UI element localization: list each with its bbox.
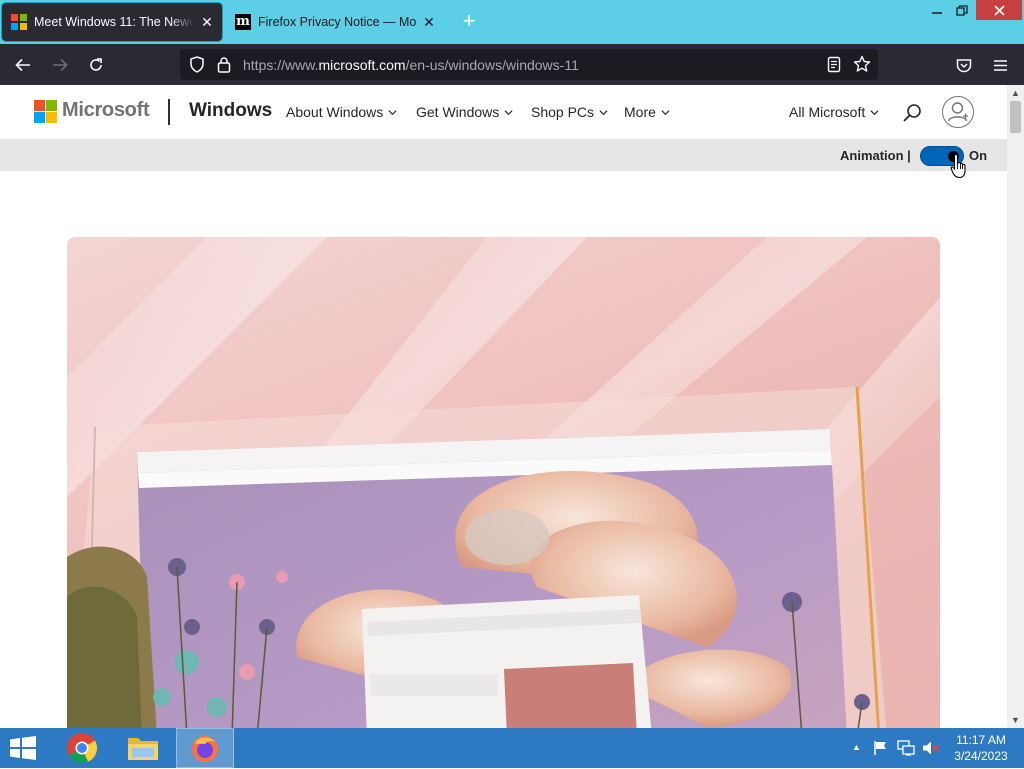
system-clock[interactable]: 11:17 AM 3/24/2023 [947,732,1015,764]
account-avatar-icon[interactable] [942,96,974,128]
animation-control-bar: Animation | On [0,139,1007,171]
menu-more[interactable]: More [624,104,670,120]
restore-window-icon[interactable] [947,0,977,20]
menu-about-windows[interactable]: About Windows [286,104,397,120]
scroll-down-arrow-icon[interactable]: ▼ [1010,715,1021,725]
browser-toolbar: https://www.microsoft.com/en-us/windows/… [0,44,1024,85]
microsoft-wordmark[interactable]: Microsoft [62,99,150,122]
tracking-protection-shield-icon[interactable] [189,56,205,78]
site-header: Microsoft Windows About Windows Get Wind… [0,85,1007,139]
hero-illustration [67,237,940,728]
address-bar[interactable]: https://www.microsoft.com/en-us/windows/… [180,49,878,80]
header-divider [168,99,170,125]
microsoft-logo-icon[interactable] [34,100,57,123]
page-scrollbar[interactable]: ▲ ▼ [1007,85,1024,728]
firefox-taskbar-button[interactable] [176,728,234,768]
back-arrow-icon[interactable] [8,50,38,80]
chevron-down-icon [388,109,397,115]
close-tab-icon[interactable]: ✕ [420,13,438,31]
scroll-up-arrow-icon[interactable]: ▲ [1010,88,1021,98]
hamburger-menu-icon[interactable] [985,50,1015,80]
reload-icon[interactable] [81,50,111,80]
network-icon[interactable] [897,740,915,761]
forward-arrow-icon[interactable] [45,50,75,80]
action-center-flag-icon[interactable] [873,740,889,761]
file-explorer-taskbar-icon[interactable] [124,732,162,764]
volume-muted-icon[interactable] [922,740,940,761]
tab-meet-windows-11[interactable]: Meet Windows 11: The Newest Windows OS ✕ [2,3,222,41]
scrollbar-thumb[interactable] [1010,101,1021,133]
reader-view-icon[interactable] [827,56,841,78]
chevron-down-icon [870,109,879,115]
url-text[interactable]: https://www.microsoft.com/en-us/windows/… [243,57,579,73]
menu-shop-pcs[interactable]: Shop PCs [531,104,608,120]
web-page: Microsoft Windows About Windows Get Wind… [0,85,1007,728]
chevron-down-icon [504,109,513,115]
close-tab-icon[interactable]: ✕ [198,13,216,31]
tab-title: Firefox Privacy Notice — Mozilla [258,15,416,29]
pocket-icon[interactable] [949,50,979,80]
start-button-windows-icon[interactable] [9,736,37,765]
bookmark-star-icon[interactable] [853,55,871,78]
lock-icon[interactable] [217,56,231,78]
firefox-icon [192,736,218,762]
browser-tab-strip: Meet Windows 11: The Newest Windows OS ✕… [0,0,1024,44]
hero-image-windows-11-laptop [67,237,940,728]
animation-state-label: On [969,148,988,163]
animation-label: Animation | [840,148,911,163]
menu-get-windows[interactable]: Get Windows [416,104,513,120]
chevron-down-icon [599,109,608,115]
tab-title: Meet Windows 11: The Newest Windows OS [34,15,194,29]
tab-firefox-privacy-notice[interactable]: m Firefox Privacy Notice — Mozilla ✕ [226,3,444,41]
close-window-icon[interactable] [976,0,1022,20]
windows-taskbar: ▲ 11:17 AM 3/24/2023 [0,728,1024,768]
clock-date: 3/24/2023 [954,749,1008,763]
chrome-taskbar-icon[interactable] [63,732,101,764]
microsoft-favicon-icon [11,14,27,30]
clock-time: 11:17 AM [956,733,1006,747]
menu-all-microsoft[interactable]: All Microsoft [789,104,879,120]
chevron-down-icon [661,109,670,115]
search-icon[interactable] [901,102,923,124]
show-hidden-icons-chevron-icon[interactable]: ▲ [852,742,861,752]
hand-pointer-cursor-icon [950,153,968,179]
windows-section-title[interactable]: Windows [189,100,272,122]
new-tab-plus-icon[interactable]: + [458,10,480,33]
mozilla-favicon-icon: m [235,14,251,30]
